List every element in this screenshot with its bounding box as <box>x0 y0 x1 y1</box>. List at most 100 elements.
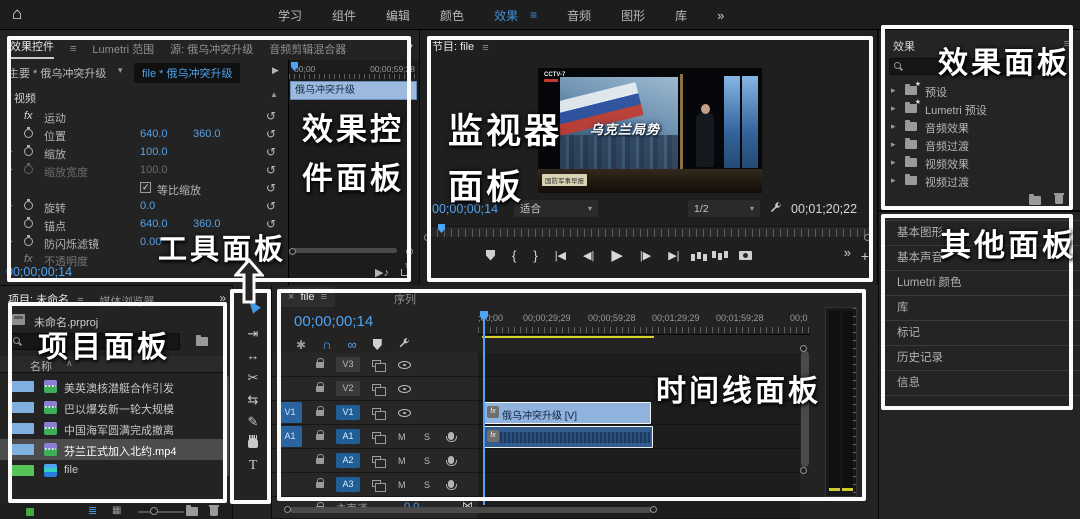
param-row-scale[interactable]: ▸ 缩放 100.0 ↺ <box>0 144 288 162</box>
param-value-x[interactable]: 640.0 <box>140 218 168 230</box>
label-color-chip[interactable] <box>8 423 34 434</box>
sort-ascending-icon[interactable]: ∧ <box>66 358 73 369</box>
effects-bin-presets[interactable]: ▸ 预设 <box>879 82 1080 99</box>
reset-icon[interactable]: ↺ <box>266 163 276 177</box>
expand-icon[interactable]: ▸ <box>891 157 896 168</box>
tab-media-browser[interactable]: 媒体浏览器 <box>100 293 155 309</box>
track-select-forward-tool-icon[interactable]: ⇥ <box>233 325 273 345</box>
mute-button[interactable]: M <box>398 480 406 490</box>
param-value[interactable]: 0.00 <box>140 236 161 248</box>
label-color-chip[interactable] <box>8 465 34 476</box>
stopwatch-icon[interactable] <box>24 237 33 246</box>
effects-bin-video-effects[interactable]: ▸ 视频效果 <box>879 154 1080 171</box>
audio-clip[interactable]: fx <box>483 426 653 448</box>
zoom-level-dropdown[interactable]: 适合 ▾ <box>514 200 598 217</box>
reset-icon[interactable]: ↺ <box>266 127 276 141</box>
label-color-chip[interactable] <box>8 444 34 455</box>
track-lane-v3[interactable] <box>478 353 800 377</box>
project-scrollbar[interactable] <box>226 376 229 476</box>
stopwatch-icon[interactable] <box>24 165 33 174</box>
tab-effect-controls[interactable]: 效果控件 <box>10 38 54 59</box>
param-row-rotation[interactable]: ▸ 旋转 0.0 ↺ <box>0 198 288 216</box>
expand-icon[interactable]: ▸ <box>891 85 896 96</box>
go-to-out-icon[interactable]: ▶| <box>668 249 679 262</box>
panel-menu-icon[interactable]: ≡ <box>1064 38 1070 50</box>
mute-button[interactable]: M <box>398 432 406 442</box>
track-lane-v2[interactable] <box>478 377 800 401</box>
panel-libraries[interactable]: 库 <box>879 295 1080 320</box>
project-item[interactable]: file <box>0 460 225 481</box>
collapse-section-icon[interactable]: ▲ <box>270 90 278 99</box>
effects-bin-audio-effects[interactable]: ▸ 音频效果 <box>879 118 1080 135</box>
list-view-icon[interactable]: ≣ <box>88 504 97 517</box>
play-audio-icon[interactable]: ▶♪ <box>375 266 389 279</box>
track-visibility-icon[interactable] <box>398 361 411 369</box>
reset-icon[interactable]: ↺ <box>266 145 276 159</box>
delete-icon[interactable] <box>210 507 218 516</box>
track-header-a3[interactable]: A3 M S <box>272 473 478 497</box>
track-header-v3[interactable]: V3 <box>272 353 478 377</box>
reset-icon[interactable]: ↺ <box>266 199 276 213</box>
label-color-chip[interactable] <box>8 381 34 392</box>
expand-icon[interactable]: ▸ <box>8 200 13 211</box>
mini-scrollbar[interactable] <box>293 248 397 253</box>
timeline-horizontal-scrollbar[interactable] <box>290 507 652 513</box>
scrollbar-knob-right[interactable] <box>406 248 413 255</box>
mark-in-icon[interactable]: { <box>512 248 516 263</box>
linked-selection-icon[interactable]: ∞ <box>347 337 356 352</box>
uniform-scale-checkbox[interactable] <box>140 182 151 193</box>
expand-icon[interactable]: ▸ <box>8 164 13 175</box>
workspace-overflow-icon[interactable]: » <box>717 8 724 23</box>
lift-icon[interactable] <box>697 252 701 259</box>
track-visibility-icon[interactable] <box>398 385 411 393</box>
sequence-clip-label[interactable]: file * 俄乌冲突升级 <box>134 63 240 83</box>
sync-lock-icon[interactable] <box>372 408 381 415</box>
snap-magnet-icon[interactable]: ∩ <box>322 337 331 352</box>
monitor-timecode[interactable]: 00;00;00;14 <box>432 202 498 216</box>
ripple-edit-tool-icon[interactable]: ↔ <box>233 347 273 367</box>
button-editor-icon[interactable]: + <box>861 248 869 264</box>
panel-markers[interactable]: 标记 <box>879 320 1080 345</box>
selection-tool-icon[interactable] <box>245 297 261 313</box>
panel-lumetri-color[interactable]: Lumetri 颜色 <box>879 270 1080 295</box>
tab-project[interactable]: 项目: 未命名 <box>8 291 69 310</box>
track-header-v1[interactable]: V1 V1 <box>272 401 478 425</box>
solo-button[interactable]: S <box>424 480 430 490</box>
lock-icon[interactable] <box>316 434 324 440</box>
name-column-header[interactable]: 名称 <box>30 358 52 374</box>
menu-item-learning[interactable]: 学习 <box>278 7 302 24</box>
scrollbar-knob-right[interactable] <box>650 506 657 513</box>
project-search-input[interactable] <box>8 333 180 350</box>
scrollbar-knob-top[interactable] <box>800 345 807 352</box>
mini-clip[interactable]: 俄乌冲突升级 <box>290 81 417 100</box>
param-value[interactable]: 100.0 <box>140 164 168 176</box>
stopwatch-icon[interactable] <box>24 219 33 228</box>
scrollbar-knob-left[interactable] <box>289 248 296 255</box>
solo-button[interactable]: S <box>424 456 430 466</box>
source-patch[interactable]: V1 <box>278 402 302 423</box>
workspace-options-icon[interactable]: ≡ <box>530 8 537 22</box>
settings-wrench-icon[interactable] <box>769 201 782 217</box>
slip-tool-icon[interactable]: ⇆ <box>233 391 273 411</box>
expand-icon[interactable]: ▸ <box>891 175 896 186</box>
export-icon[interactable] <box>401 269 411 276</box>
new-bin-icon[interactable] <box>1029 196 1041 205</box>
panel-info[interactable]: 信息 <box>879 370 1080 395</box>
param-row-anchor-point[interactable]: 锚点 640.0 360.0 ↺ <box>0 216 288 234</box>
track-lane-a3[interactable] <box>478 473 800 497</box>
mark-out-icon[interactable]: } <box>533 248 537 263</box>
param-value-y[interactable]: 360.0 <box>193 128 221 140</box>
menu-item-graphics[interactable]: 图形 <box>621 7 645 24</box>
lock-icon[interactable] <box>316 410 324 416</box>
monitor-scrub-bar[interactable] <box>428 226 870 237</box>
panel-essential-sound[interactable]: 基本声音 <box>879 245 1080 270</box>
voiceover-record-icon[interactable] <box>448 480 454 488</box>
type-tool-icon[interactable]: T <box>233 457 273 477</box>
menu-item-effects[interactable]: 效果 <box>494 7 518 24</box>
video-clip[interactable]: fx 俄乌冲突升级 [V] <box>483 402 651 424</box>
sync-lock-icon[interactable] <box>372 384 381 391</box>
lock-icon[interactable] <box>316 458 324 464</box>
voiceover-record-icon[interactable] <box>448 456 454 464</box>
tab-program-monitor[interactable]: 节目: file <box>432 38 474 57</box>
expand-icon[interactable]: ▸ <box>8 146 13 157</box>
